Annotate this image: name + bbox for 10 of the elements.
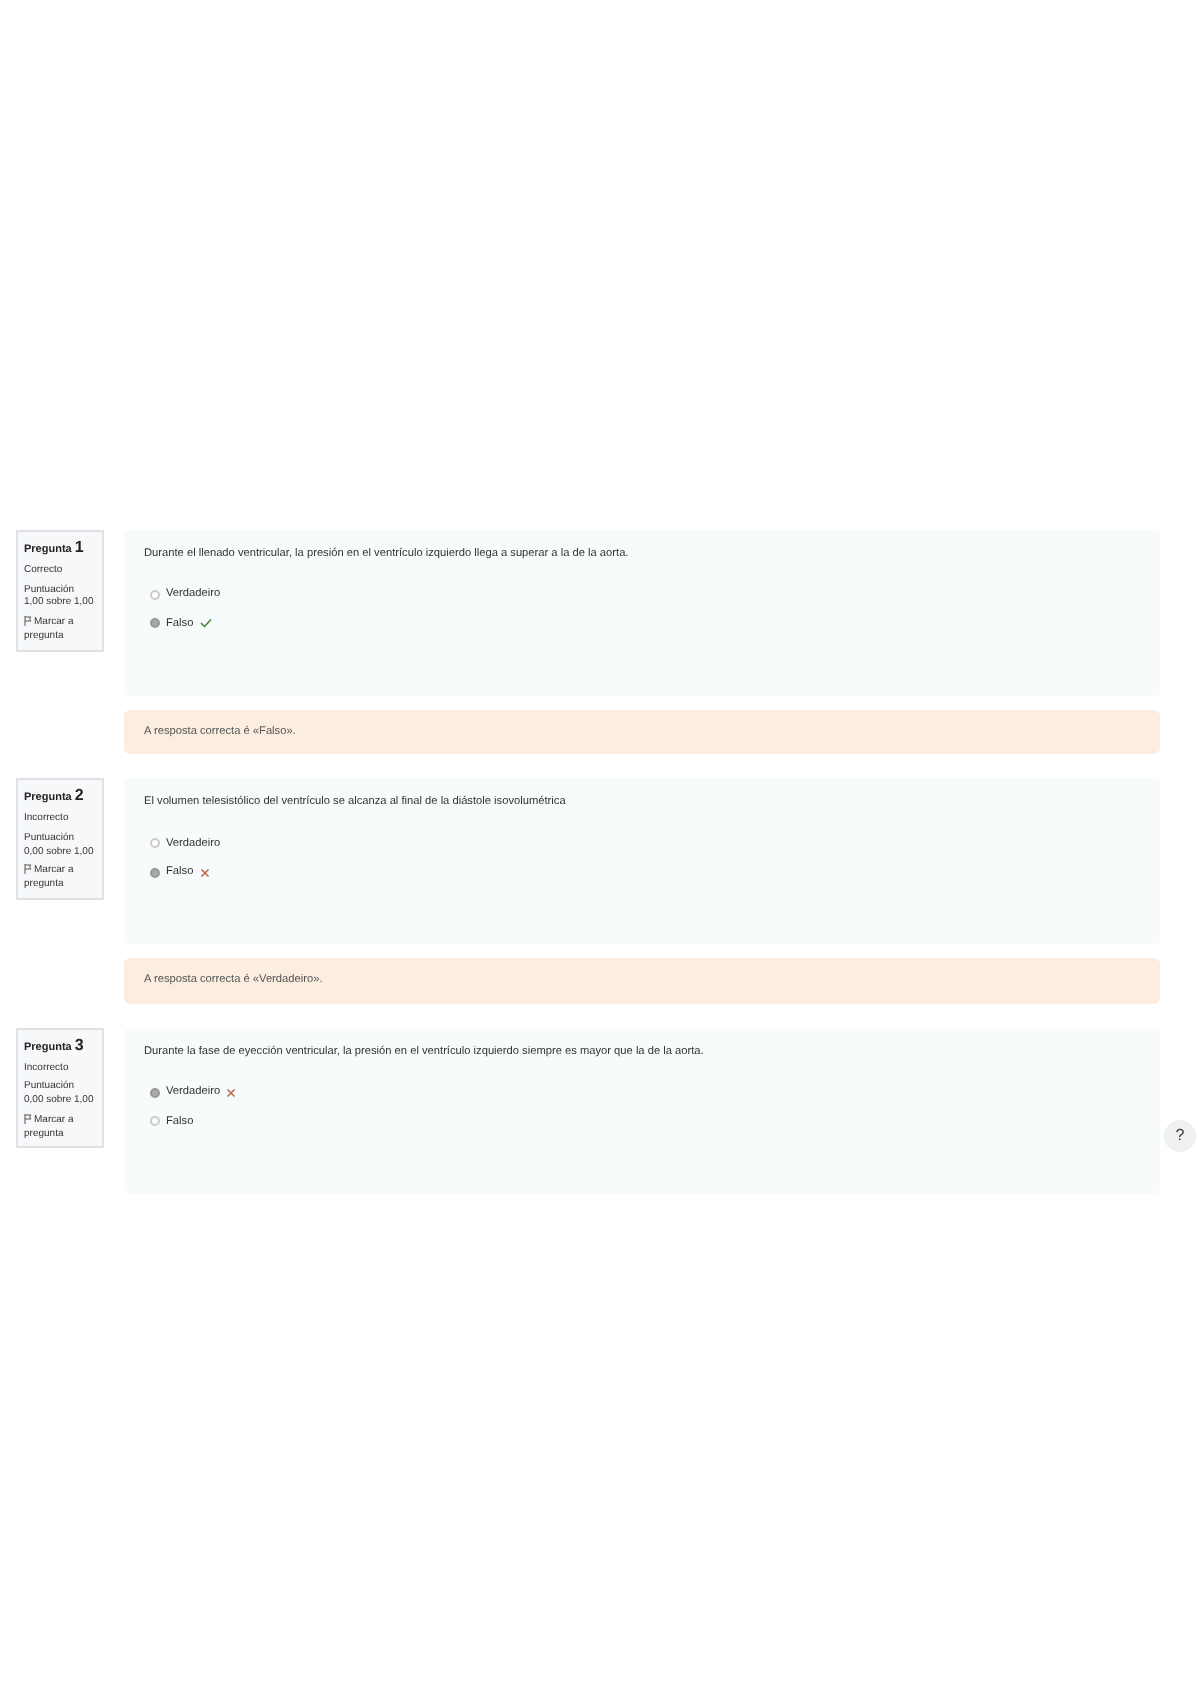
radio-button[interactable] bbox=[150, 867, 160, 878]
flag-icon bbox=[24, 1113, 32, 1124]
radio-button[interactable] bbox=[150, 1087, 160, 1098]
radio-button[interactable] bbox=[150, 1116, 160, 1127]
radio-button[interactable] bbox=[150, 618, 160, 629]
flag-icon bbox=[24, 864, 32, 875]
radio-button[interactable] bbox=[150, 838, 160, 849]
help-button[interactable]: ? bbox=[1164, 1120, 1196, 1152]
flag-icon bbox=[24, 616, 32, 627]
radio-button[interactable] bbox=[150, 590, 160, 601]
